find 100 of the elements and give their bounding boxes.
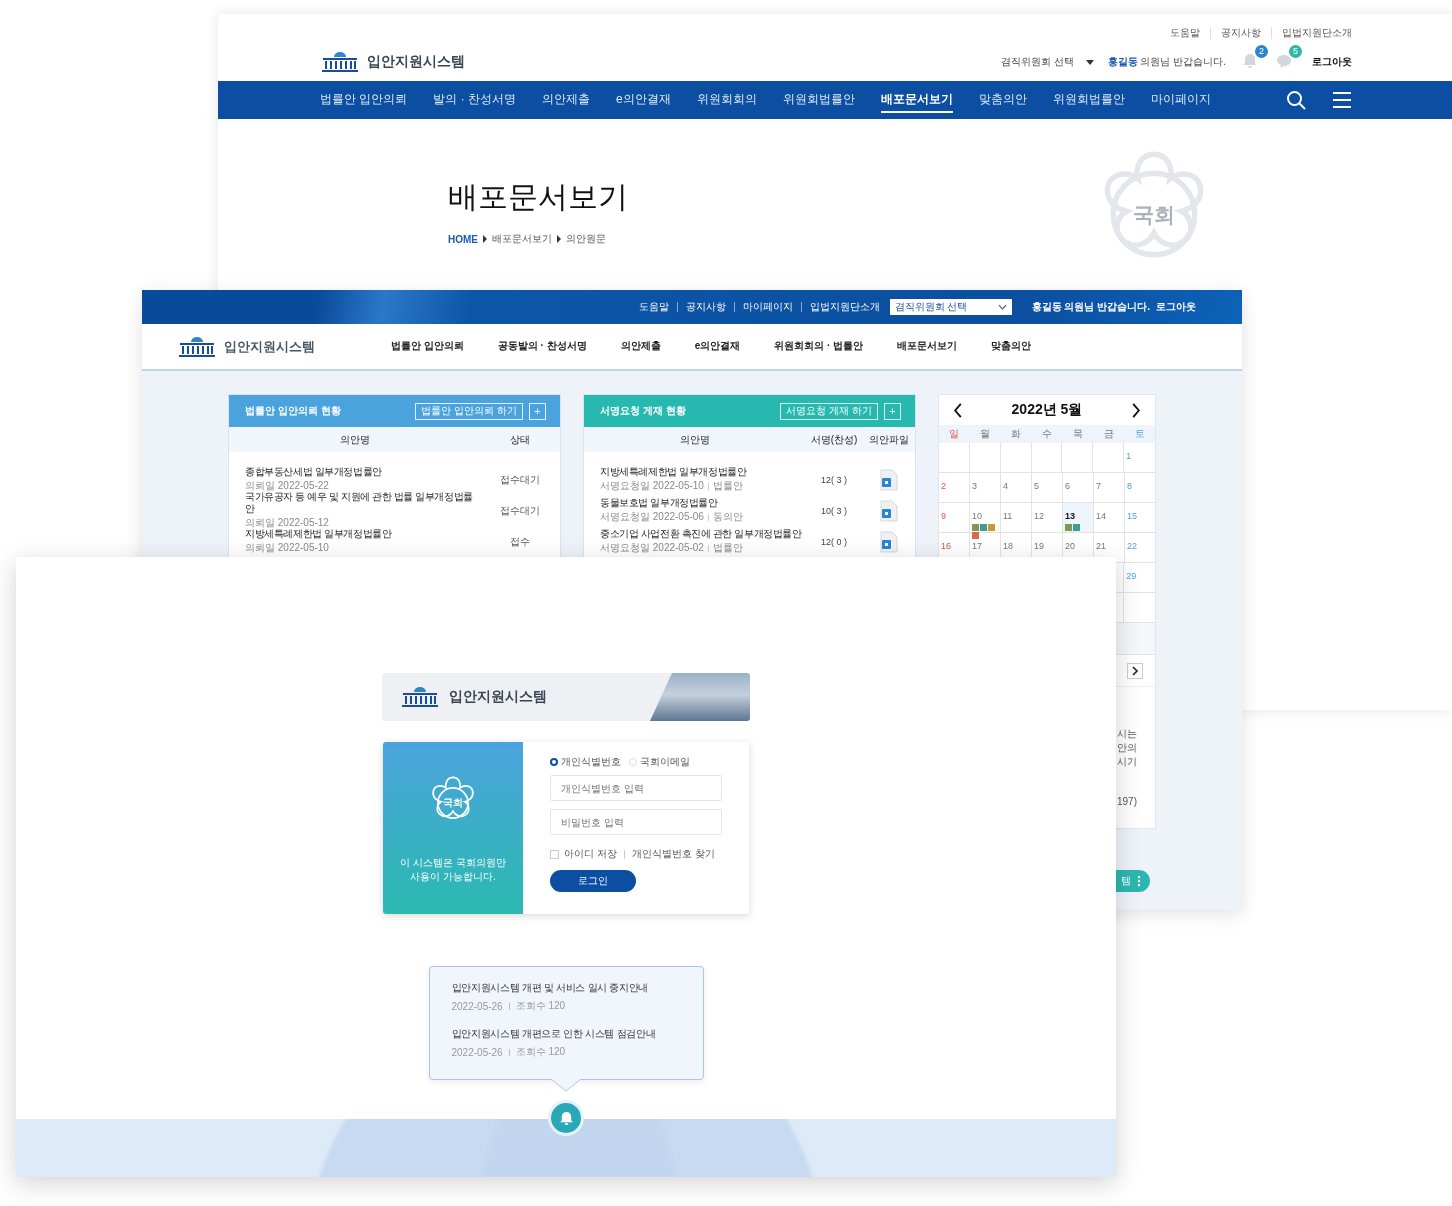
document-file-icon[interactable] xyxy=(880,499,898,522)
menu-icon[interactable] xyxy=(1332,90,1352,110)
notification-bell-button[interactable] xyxy=(548,1100,584,1136)
user-greeting: 홍길동 의원님 반갑습니다. xyxy=(1031,300,1150,314)
day-number[interactable]: 10 xyxy=(972,511,982,521)
nav-menu-item[interactable]: 배포문서보기 xyxy=(880,87,953,113)
month-title: 2022년 5월 xyxy=(1011,401,1083,419)
bill-title-link[interactable]: 중소기업 사업전환 촉진에 관한 일부개정법률안 xyxy=(600,528,805,540)
day-number[interactable]: 6 xyxy=(1065,481,1070,491)
next-page-button[interactable] xyxy=(1127,663,1143,679)
page-title: 배포문서보기 xyxy=(448,179,628,215)
nav-menu-item[interactable]: 배포문서보기 xyxy=(897,338,958,355)
chat-bubble-icon[interactable] xyxy=(1276,53,1292,69)
day-number[interactable]: 20 xyxy=(1065,541,1075,551)
nav-menu-item[interactable]: e의안결재 xyxy=(616,87,671,113)
day-number[interactable]: 17 xyxy=(972,541,982,551)
date-text: 서명요청일 2022-05-10 xyxy=(600,479,704,493)
nav-menu-item[interactable]: 발의 · 찬성서명 xyxy=(433,87,516,113)
document-file-icon[interactable] xyxy=(880,530,898,553)
login-button[interactable]: 로그인 xyxy=(550,870,636,892)
bill-title-link[interactable]: 지방세특례제한법 일부개정법률안 xyxy=(245,528,480,540)
bill-title-link[interactable]: 종합부동산세법 일부개정법률안 xyxy=(245,466,480,478)
nav-menu-item[interactable]: 맞춤의안 xyxy=(991,338,1032,355)
day-number[interactable]: 9 xyxy=(941,511,946,521)
nav-menu-item[interactable]: 마이페이지 xyxy=(1150,87,1211,113)
bell-icon[interactable] xyxy=(1242,53,1258,69)
login-type-radio[interactable]: 국회이메일 xyxy=(629,755,690,769)
day-number[interactable]: 11 xyxy=(1003,511,1013,521)
utility-link[interactable]: 공지사항 xyxy=(676,302,734,312)
nav-menu-item[interactable]: 위원회법률안 xyxy=(1052,87,1125,113)
logout-link[interactable]: 로그아웃 xyxy=(1156,300,1196,314)
utility-link[interactable]: 입법지원단소개 xyxy=(800,302,888,312)
weekday-label: 목 xyxy=(1071,427,1084,441)
day-number[interactable]: 16 xyxy=(941,541,951,551)
utility-link[interactable]: 공지사항 xyxy=(1210,27,1271,39)
kebab-menu-icon[interactable] xyxy=(1137,875,1141,887)
bill-title-link[interactable]: 동물보호법 일부개정법률안 xyxy=(600,497,805,509)
count-text-fragment: 197) xyxy=(1117,795,1137,809)
panel-title: 서명요청 게재 현황 xyxy=(600,404,686,418)
utility-link[interactable]: 입법지원단소개 xyxy=(1271,27,1352,39)
notice-title-link[interactable]: 입안지원시스템 개편으로 인한 시스템 점검안내 xyxy=(451,1027,681,1041)
nav-menu-item[interactable]: 의안제출 xyxy=(542,87,590,113)
empty-day-cell xyxy=(1031,443,1063,473)
view-count-text: 조회수 120 xyxy=(515,1045,566,1059)
nav-menu-item[interactable]: e의안결재 xyxy=(694,338,741,355)
day-number[interactable]: 13 xyxy=(1065,511,1075,521)
nav-menu-item[interactable]: 위원회회의 · 법률안 xyxy=(774,338,864,355)
column-header: 의안명 xyxy=(338,432,371,447)
utility-link[interactable]: 도움말 xyxy=(1160,27,1210,39)
breadcrumb-link[interactable]: 의안원문 xyxy=(566,232,606,246)
search-icon[interactable] xyxy=(1286,90,1306,110)
status-text: 접수 xyxy=(509,534,531,549)
day-number[interactable]: 21 xyxy=(1096,541,1106,551)
login-type-radio[interactable]: 개인식별번호 xyxy=(550,755,621,769)
nav-menu-item[interactable]: 위원회법률안 xyxy=(782,87,855,113)
notice-title-link[interactable]: 입안지원시스템 개편 및 서비스 일시 중지안내 xyxy=(451,981,681,995)
caret-icon[interactable] xyxy=(1085,59,1094,65)
column-header: 상태 xyxy=(509,432,531,447)
logo-text: 입안지원시스템 xyxy=(224,337,315,356)
day-number[interactable]: 14 xyxy=(1096,511,1106,521)
committee-select[interactable]: 겸직위원회 선택 xyxy=(889,299,1012,315)
chevron-right-icon[interactable] xyxy=(1131,402,1141,418)
building-logo-icon xyxy=(177,335,217,358)
bell-icon[interactable] xyxy=(558,1110,574,1126)
utility-link[interactable]: 마이페이지 xyxy=(733,302,801,312)
breadcrumb-link[interactable]: 배포문서보기 xyxy=(492,232,552,246)
nav-menu-item[interactable]: 의안제출 xyxy=(620,338,661,355)
breadcrumb-link[interactable]: HOME xyxy=(448,233,478,245)
date-text: 의뢰일 2022-05-10 xyxy=(245,541,329,555)
nav-menu-item[interactable]: 위원회회의 xyxy=(696,87,757,113)
nav-menu-item[interactable]: 법률안 입안의뢰 xyxy=(391,338,464,355)
logo-text: 입안지원시스템 xyxy=(367,53,465,71)
day-number[interactable]: 18 xyxy=(1003,541,1013,551)
day-number[interactable]: 4 xyxy=(1003,481,1008,491)
day-number[interactable]: 3 xyxy=(972,481,977,491)
document-file-icon[interactable] xyxy=(880,468,898,491)
find-id-link[interactable]: 개인식별번호 찾기 xyxy=(631,847,715,861)
chevron-left-icon[interactable] xyxy=(953,402,963,418)
bill-title-link[interactable]: 국가유공자 등 예우 및 지원에 관한 법률 일부개정법률안 xyxy=(245,491,480,515)
bill-title-link[interactable]: 지방세특례제한법 일부개정법률안 xyxy=(600,466,805,478)
logout-link[interactable]: 로그아웃 xyxy=(1312,55,1352,69)
day-number[interactable]: 5 xyxy=(1034,481,1039,491)
weekday-label: 금 xyxy=(1102,427,1115,441)
nav-menu-item[interactable]: 법률안 입안의뢰 xyxy=(320,87,408,113)
nav-menu-item[interactable]: 맞춤의안 xyxy=(978,87,1027,113)
logo-text: 입안지원시스템 xyxy=(449,688,547,706)
id-input-field[interactable]: 개인식별번호 입력 xyxy=(550,775,722,801)
chevron-right-icon[interactable] xyxy=(1131,666,1139,676)
day-number[interactable]: 2 xyxy=(941,481,946,491)
status-text: 접수대기 xyxy=(499,503,541,518)
notice-text-fragment: 시는 xyxy=(1117,727,1137,741)
day-number[interactable]: 12 xyxy=(1034,511,1044,521)
day-number[interactable]: 19 xyxy=(1034,541,1044,551)
chevron-right-icon xyxy=(556,235,562,243)
password-input-field[interactable]: 비밀번호 입력 xyxy=(550,809,722,835)
day-number[interactable]: 7 xyxy=(1096,481,1101,491)
nav-menu-item[interactable]: 공동발의 · 찬성서명 xyxy=(497,338,587,355)
utility-link[interactable]: 도움말 xyxy=(630,302,677,312)
committee-select[interactable]: 겸직위원회 선택 xyxy=(1000,55,1074,69)
remember-id-checkbox[interactable]: 아이디 저장 xyxy=(550,847,617,861)
